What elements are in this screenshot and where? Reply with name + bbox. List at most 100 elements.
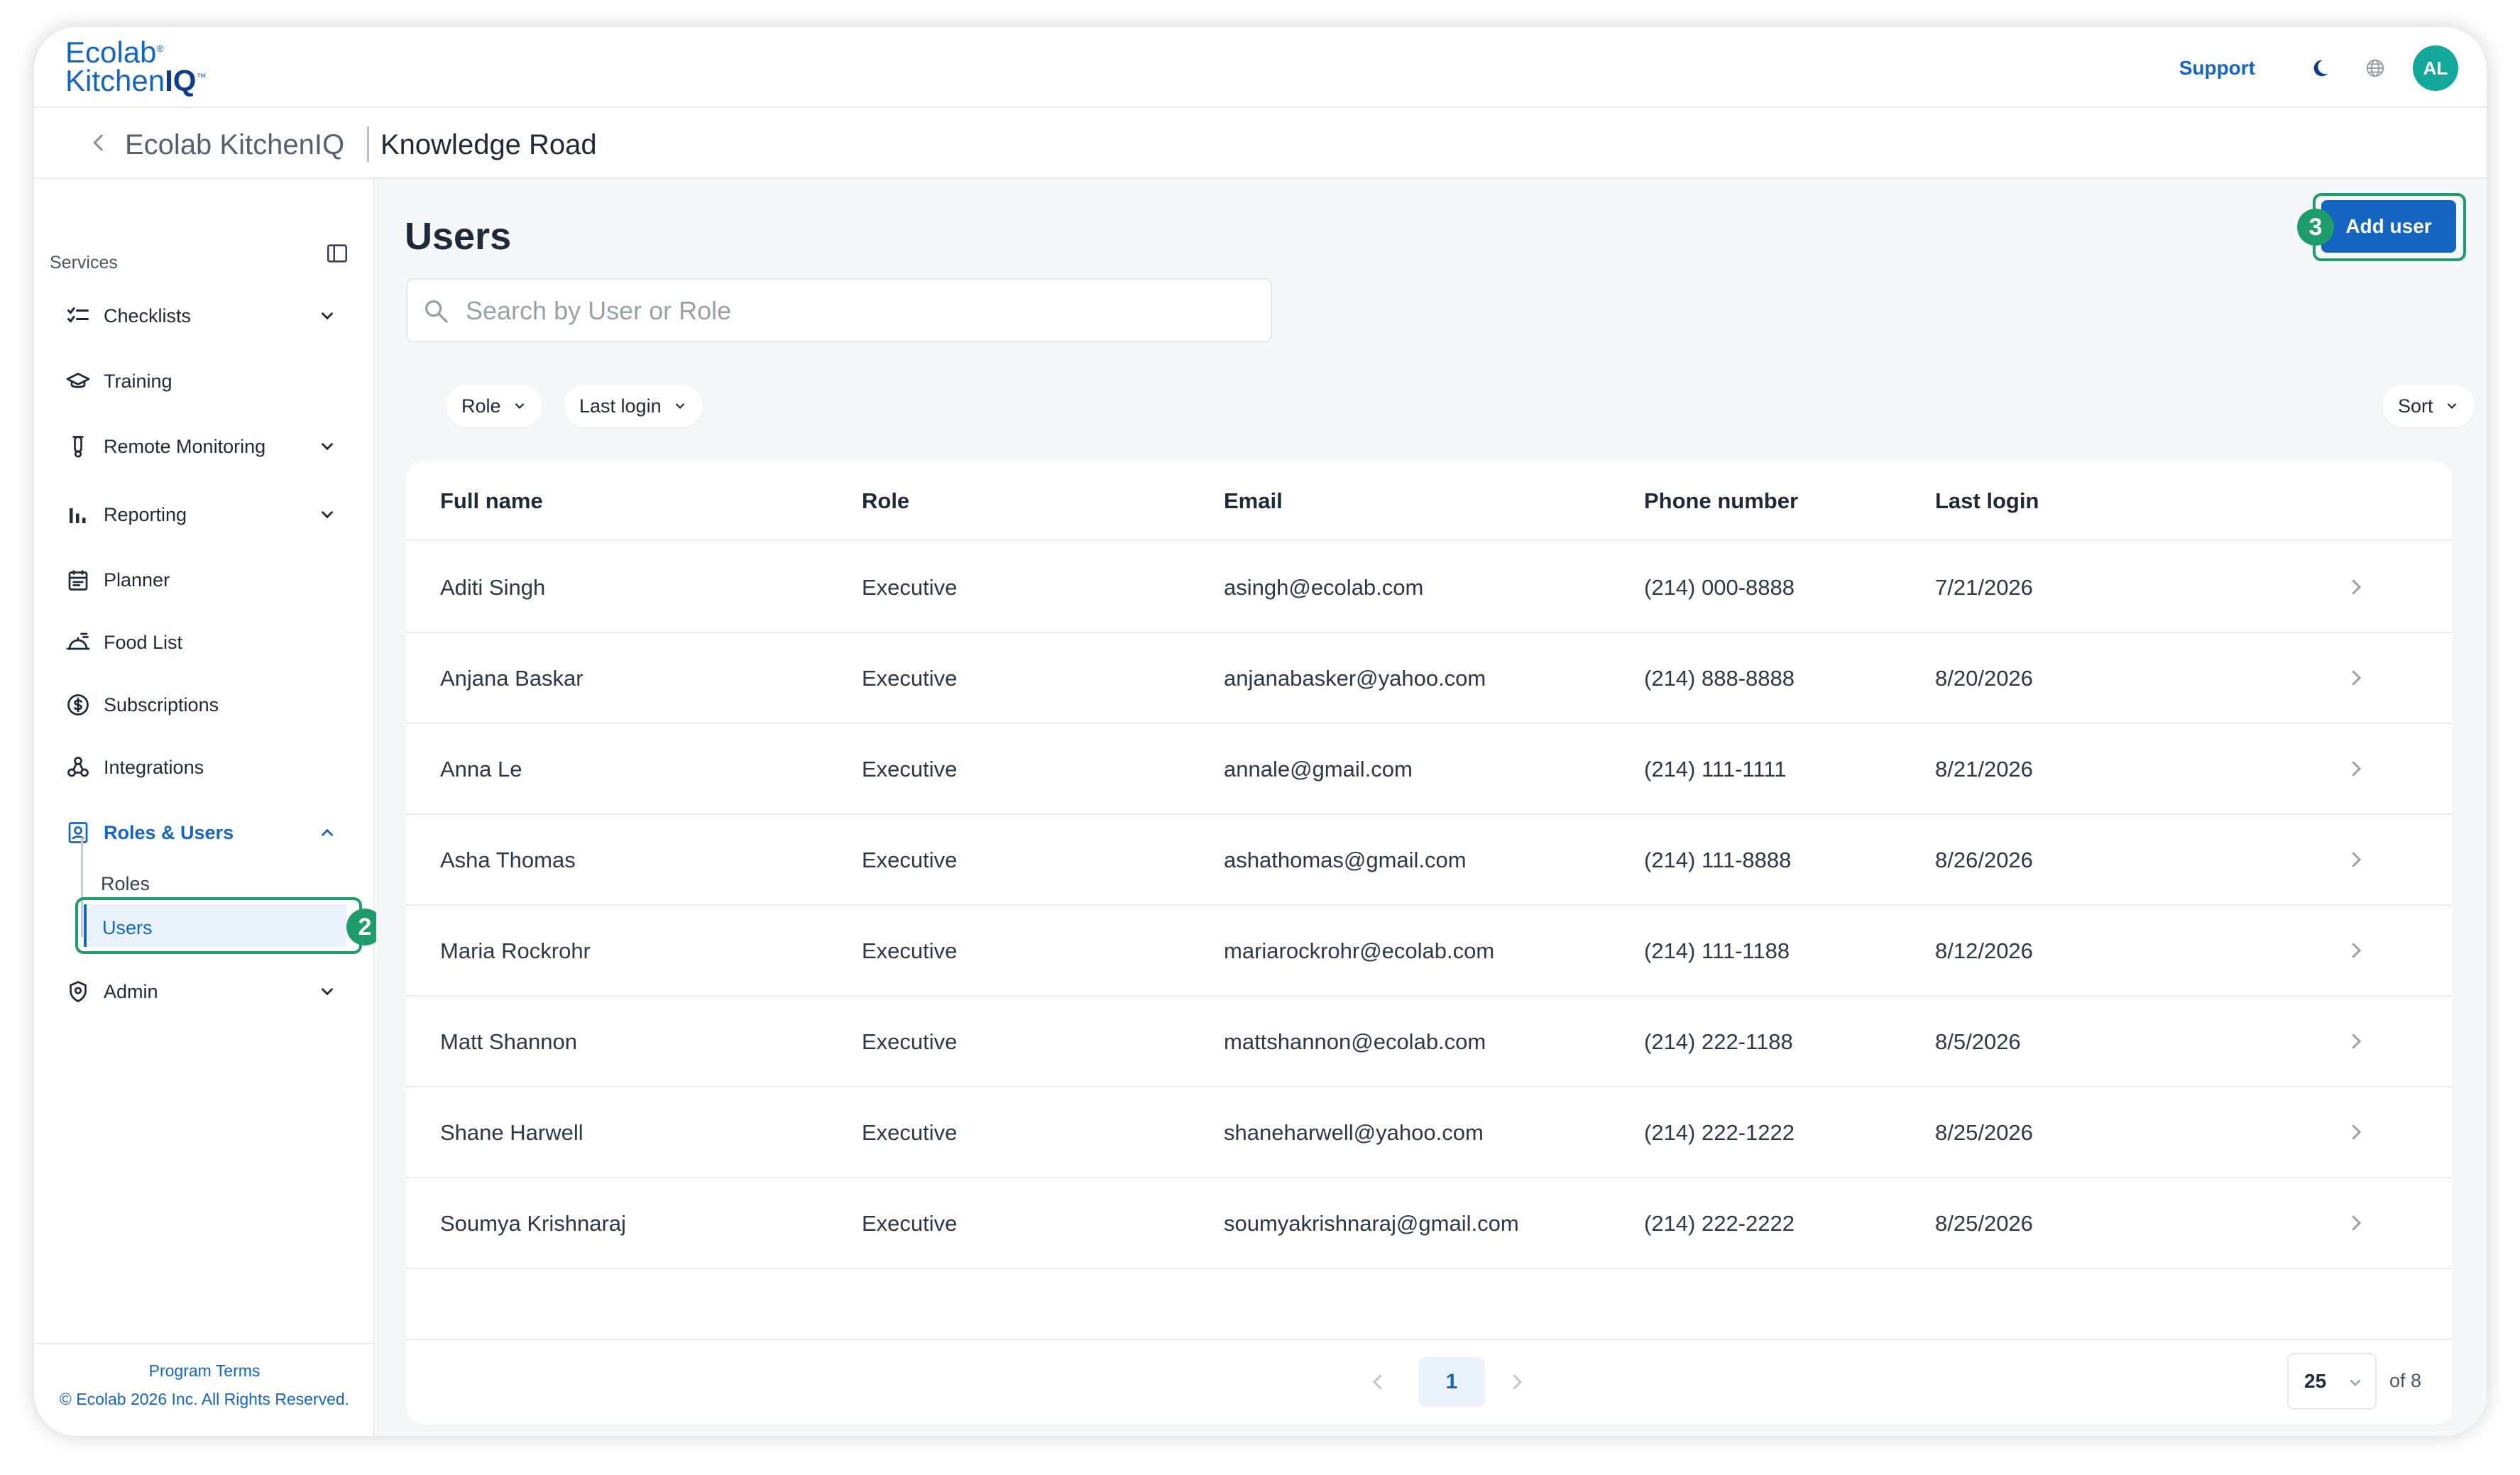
support-link[interactable]: Support [2179,57,2255,79]
sort-label: Sort [2398,395,2433,417]
sidebar-item-label: Food List [104,631,183,653]
cell-phone: (214) 888-8888 [1644,666,1795,691]
sidebar-item-planner[interactable]: Planner [65,562,342,598]
user-avatar[interactable]: AL [2413,45,2458,91]
sidebar-item-food-list[interactable]: Food List [65,625,342,660]
cell-role: Executive [862,1120,958,1145]
sidebar-item-checklists[interactable]: Checklists [65,298,342,334]
cell-email: mattshannon@ecolab.com [1224,1029,1486,1054]
globe-icon[interactable] [2365,57,2386,79]
table-header: Full name Role Email Phone number Last l… [406,461,2452,541]
ecolab-kitcheniq-logo[interactable]: Ecolab® KitchenIQ™ [65,38,206,96]
cell-role: Executive [862,1029,958,1054]
chevron-up-icon[interactable] [318,823,336,842]
graduation-cap-icon [66,373,90,388]
chevron-down-icon[interactable] [318,982,336,1001]
pagination-prev-icon[interactable] [1367,1371,1388,1393]
program-terms-link[interactable]: Program Terms [34,1361,375,1381]
chevron-down-icon[interactable] [318,437,336,456]
annotation-highlight-users [75,897,362,954]
pagination-next-icon[interactable] [1506,1371,1528,1393]
page-title: Users [405,215,512,258]
pagination-current-page[interactable]: 1 [1418,1357,1485,1407]
chevron-left-icon[interactable] [87,131,111,155]
cell-email: mariarockrohr@ecolab.com [1224,938,1495,963]
table-row[interactable]: Aditi Singh Executive asingh@ecolab.com … [406,542,2452,633]
breadcrumb-site: Knowledge Road [380,129,597,160]
annotation-badge-3: 3 [2297,209,2334,246]
cell-last-login: 8/5/2026 [1935,1029,2021,1054]
column-header-phone[interactable]: Phone number [1644,488,1798,514]
chevron-right-icon[interactable] [2345,1122,2367,1143]
chevron-down-icon[interactable] [318,307,336,325]
table-row[interactable]: Asha Thomas Executive ashathomas@gmail.c… [406,815,2452,906]
column-header-role[interactable]: Role [862,488,909,514]
chevron-right-icon[interactable] [2345,667,2367,689]
sort-button[interactable]: Sort [2382,385,2475,427]
add-user-button[interactable]: Add user [2321,200,2456,253]
cell-email: asingh@ecolab.com [1224,575,1424,600]
chevron-down-icon[interactable] [318,505,336,524]
chevron-right-icon[interactable] [2345,1031,2367,1052]
cell-full-name: Matt Shannon [440,1029,578,1054]
thermometer-icon [72,436,84,458]
sidebar-item-roles-users[interactable]: Roles & Users [65,815,342,850]
chevron-down-icon [2350,1379,2361,1386]
table-row[interactable]: Anjana Baskar Executive anjanabasker@yah… [406,633,2452,724]
cell-phone: (214) 000-8888 [1644,575,1795,600]
chevron-down-icon [515,403,524,410]
last-login-filter-button[interactable]: Last login [564,385,703,427]
sidebar-item-admin[interactable]: Admin [65,974,342,1009]
sidebar-item-label: Reporting [104,503,187,525]
breadcrumb-app[interactable]: Ecolab KitchenIQ [125,129,344,161]
table-row[interactable]: Maria Rockrohr Executive mariarockrohr@e… [406,906,2452,997]
sidebar-item-training[interactable]: Training [65,363,342,399]
table-row[interactable]: Anna Le Executive annale@gmail.com (214)… [406,724,2452,815]
cell-full-name: Shane Harwell [440,1120,584,1145]
cell-email: anjanabasker@yahoo.com [1224,666,1486,691]
sidebar-item-integrations[interactable]: Integrations [65,750,342,785]
app-window: Ecolab® KitchenIQ™ Support AL Ecolab Kit… [34,27,2487,1436]
table-row[interactable]: Soumya Krishnaraj Executive soumyakrishn… [406,1178,2452,1269]
per-page-select[interactable]: 25 [2287,1353,2377,1410]
cell-phone: (214) 222-2222 [1644,1211,1795,1236]
cell-last-login: 8/26/2026 [1935,848,2033,872]
column-header-email[interactable]: Email [1224,488,1283,514]
cell-full-name: Soumya Krishnaraj [440,1211,626,1236]
column-header-full-name[interactable]: Full name [440,488,543,514]
sidebar-item-subscriptions[interactable]: Subscriptions [65,687,342,723]
search-input[interactable] [466,288,1247,334]
table-row[interactable]: Shane Harwell Executive shaneharwell@yah… [406,1087,2452,1178]
chevron-right-icon[interactable] [2345,758,2367,779]
cell-last-login: 8/25/2026 [1935,1211,2033,1236]
cell-role: Executive [862,848,958,872]
role-filter-button[interactable]: Role [446,385,542,427]
chevron-right-icon[interactable] [2345,576,2367,598]
shield-icon [70,981,87,1003]
integrations-icon [67,757,89,777]
sidebar-subitem-roles[interactable]: Roles [101,873,150,895]
cell-last-login: 8/12/2026 [1935,938,2033,963]
table-row[interactable]: Matt Shannon Executive mattshannon@ecola… [406,997,2452,1087]
food-tray-icon [66,632,90,650]
sidebar-item-remote-monitoring[interactable]: Remote Monitoring [65,429,342,464]
last-login-filter-label: Last login [579,395,662,417]
cell-email: ashathomas@gmail.com [1224,848,1467,872]
cell-last-login: 8/21/2026 [1935,757,2033,782]
cell-full-name: Anjana Baskar [440,666,584,691]
chevron-right-icon[interactable] [2345,940,2367,961]
moon-icon[interactable] [2309,57,2330,79]
calendar-icon [68,570,88,591]
chevron-right-icon[interactable] [2345,1212,2367,1234]
main-content: Users Add user 3 Role Last login Sort Fu… [376,179,2487,1436]
sidebar-item-reporting[interactable]: Reporting [65,497,342,532]
bar-chart-icon [70,508,86,523]
chevron-down-icon [2447,403,2456,410]
sidebar-collapse-icon[interactable] [325,241,349,265]
sidebar-item-label: Remote Monitoring [104,435,266,457]
sidebar-item-label: Training [104,370,172,392]
checklist-icon [67,307,89,323]
column-header-last-login[interactable]: Last login [1935,488,2039,514]
chevron-right-icon[interactable] [2345,849,2367,870]
cell-role: Executive [862,757,958,782]
